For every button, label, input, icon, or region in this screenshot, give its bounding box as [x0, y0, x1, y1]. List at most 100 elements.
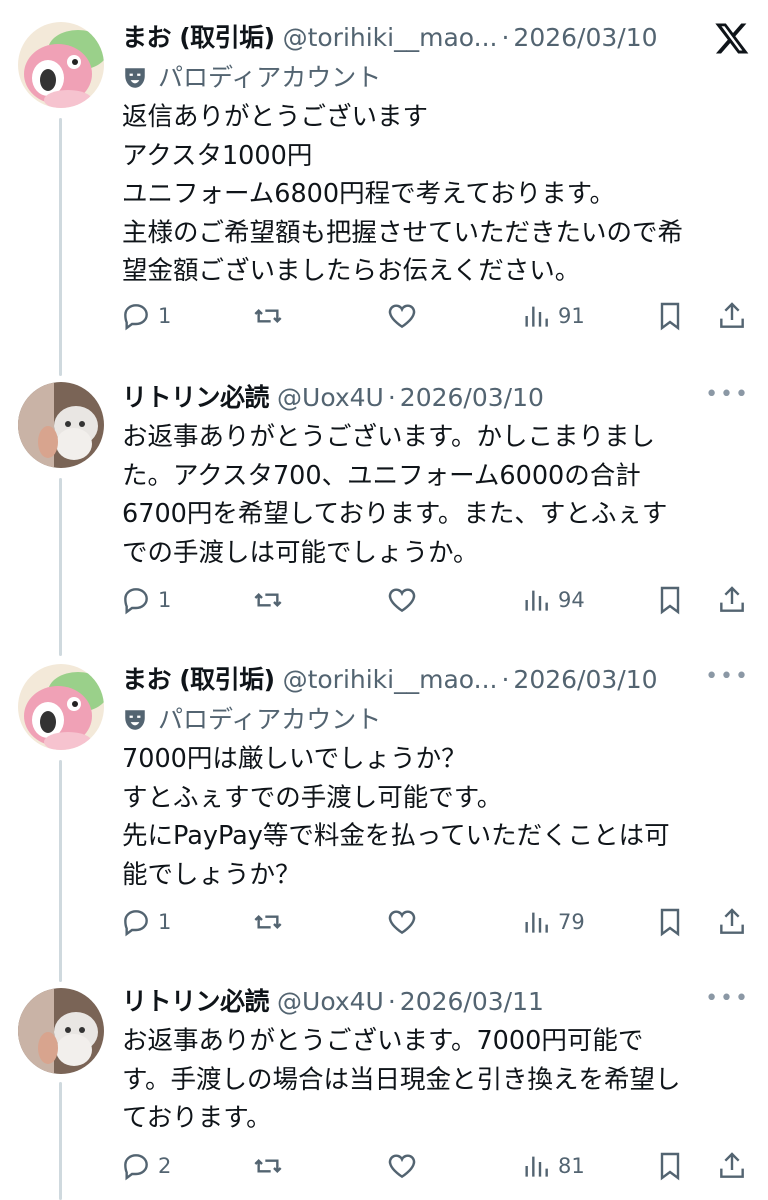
tweet-text: お返事ありがとうございます。かしこまりまし た。アクスタ700、ユニフォーム60…	[122, 418, 746, 572]
tweet-date[interactable]: 2026/03/11	[400, 987, 544, 1016]
retweet-icon	[254, 914, 282, 930]
bookmark-button[interactable]	[654, 580, 686, 620]
tweet-text: 7000円は厳しいでしょうか？ すとふぇすでの手渡し可能です。 先にPayPay…	[122, 740, 746, 894]
parody-badge: パロディアカウント	[122, 700, 746, 740]
more-icon[interactable]: •••	[705, 382, 750, 407]
retweet-button[interactable]	[252, 1146, 284, 1186]
text-line: す。手渡しの場合は当日現金と引き換えを希望し	[122, 1064, 681, 1095]
parody-badge: パロディアカウント	[122, 58, 746, 98]
more-icon[interactable]: •••	[705, 664, 750, 689]
author-handle[interactable]: @torihiki__mao...	[283, 665, 498, 694]
tweet-text: お返事ありがとうございます。7000円可能で す。手渡しの場合は当日現金と引き換…	[122, 1022, 746, 1138]
tweet-header: まお (取引垢) @torihiki__mao... · 2026/03/10	[122, 660, 746, 700]
share-button[interactable]	[716, 296, 748, 336]
like-button[interactable]	[386, 296, 418, 336]
share-icon	[720, 1152, 744, 1178]
author-name[interactable]: まお (取引垢)	[122, 665, 275, 694]
reply-count: 2	[158, 1154, 172, 1178]
text-line: 能でしょうか？	[122, 859, 301, 890]
retweet-icon	[254, 592, 282, 608]
text-line: すとふぇすでの手渡し可能です。	[122, 782, 503, 813]
tweet-date[interactable]: 2026/03/10	[400, 383, 544, 412]
author-name[interactable]: まお (取引垢)	[122, 23, 275, 52]
retweet-button[interactable]	[252, 296, 284, 336]
author-handle[interactable]: @Uox4U	[277, 383, 384, 412]
reply-button[interactable]: 1	[120, 296, 171, 336]
reply-button[interactable]: 1	[120, 580, 171, 620]
separator: ·	[387, 987, 396, 1016]
chart-icon	[525, 590, 548, 611]
tweet-content: リトリン必読 @Uox4U · 2026/03/10 お返事ありがとうございます。かし…	[122, 378, 746, 572]
more-icon[interactable]: •••	[705, 986, 750, 1011]
text-line: た。アクスタ700、ユニフォーム6000の合計	[122, 460, 641, 491]
tweet-content: リトリン必読 @Uox4U · 2026/03/11 お返事ありがとうございます。70…	[122, 982, 746, 1138]
retweet-button[interactable]	[252, 580, 284, 620]
avatar[interactable]	[18, 382, 104, 468]
text-line: 望金額ございましたらお伝えください。	[122, 256, 581, 286]
reply-icon	[124, 304, 148, 331]
retweet-icon	[254, 1158, 282, 1174]
tweet-content: まお (取引垢) @torihiki__mao... · 2026/03/10 パロデ…	[122, 18, 746, 291]
text-line: 返信ありがとうございます	[122, 102, 429, 132]
tweet-content: まお (取引垢) @torihiki__mao... · 2026/03/10 パロデ…	[122, 660, 746, 894]
tweet-actions: 1 91	[120, 296, 750, 336]
text-line: 7000円は厳しいでしょうか？	[122, 744, 467, 774]
text-line: 主様のご希望額も把握させていただきたいので希	[122, 217, 684, 248]
theater-mask-icon	[125, 710, 145, 730]
author-handle[interactable]: @torihiki__mao...	[283, 23, 498, 52]
views-button[interactable]: 81	[520, 1146, 585, 1186]
avatar[interactable]	[18, 664, 104, 750]
thread-line	[59, 1082, 62, 1200]
views-button[interactable]: 91	[520, 296, 585, 336]
view-count: 81	[558, 1154, 585, 1178]
author-name[interactable]: リトリン必読	[122, 987, 270, 1016]
share-button[interactable]	[716, 1146, 748, 1186]
tweet-actions: 1 94	[120, 580, 750, 620]
like-button[interactable]	[386, 1146, 418, 1186]
tweet-actions: 2 81	[120, 1146, 750, 1186]
share-icon	[720, 302, 744, 328]
reply-button[interactable]: 2	[120, 1146, 171, 1186]
chart-icon	[525, 912, 548, 933]
heart-icon	[388, 588, 416, 613]
reply-count: 1	[158, 910, 172, 934]
reply-button[interactable]: 1	[120, 902, 171, 942]
avatar[interactable]	[18, 988, 104, 1074]
text-line: お返事ありがとうございます。かしこまりまし	[122, 422, 655, 452]
chart-icon	[525, 306, 548, 327]
bookmark-icon	[660, 586, 680, 615]
tweet-date[interactable]: 2026/03/10	[513, 665, 657, 694]
retweet-button[interactable]	[252, 902, 284, 942]
like-button[interactable]	[386, 580, 418, 620]
separator: ·	[501, 23, 510, 52]
views-button[interactable]: 79	[520, 902, 585, 942]
tweet-actions: 1 79	[120, 902, 750, 942]
text-line: ております。	[122, 1103, 272, 1133]
share-button[interactable]	[716, 902, 748, 942]
bookmark-icon	[660, 302, 680, 331]
reply-count: 1	[158, 304, 172, 328]
tweet-date[interactable]: 2026/03/10	[513, 23, 657, 52]
like-button[interactable]	[386, 902, 418, 942]
bookmark-button[interactable]	[654, 296, 686, 336]
bookmark-icon	[660, 908, 680, 937]
text-line: ユニフォーム6800円程で考えております。	[122, 179, 616, 209]
text-line: 先にPayPay等で料金を払っていただくことは可	[122, 821, 670, 851]
bookmark-button[interactable]	[654, 902, 686, 942]
view-count: 91	[558, 304, 585, 328]
views-button[interactable]: 94	[520, 580, 585, 620]
author-handle[interactable]: @Uox4U	[277, 987, 384, 1016]
separator: ·	[387, 383, 396, 412]
share-button[interactable]	[716, 580, 748, 620]
separator: ·	[501, 665, 510, 694]
parody-label: パロディアカウント	[158, 705, 382, 734]
theater-mask-icon	[125, 68, 145, 88]
bookmark-button[interactable]	[654, 1146, 686, 1186]
thread-line	[59, 118, 62, 376]
retweet-icon	[254, 308, 282, 324]
author-name[interactable]: リトリン必読	[122, 383, 270, 412]
share-icon	[720, 908, 744, 934]
text-line: での手渡しは可能でしょうか。	[122, 537, 479, 568]
avatar[interactable]	[18, 22, 104, 108]
tweet-header: リトリン必読 @Uox4U · 2026/03/10	[122, 378, 746, 418]
